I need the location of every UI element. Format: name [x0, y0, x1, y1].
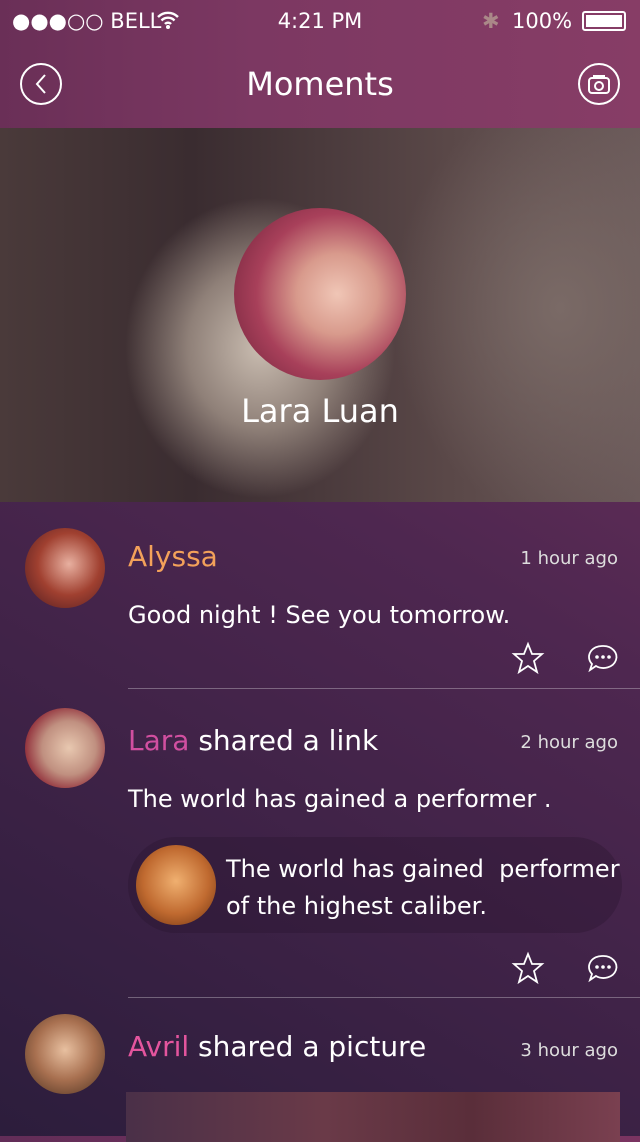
post-header: Avril shared a picture [128, 1030, 426, 1063]
comment-icon[interactable] [586, 952, 620, 986]
post-avatar[interactable] [25, 1014, 105, 1094]
post-header: Alyssa [128, 540, 218, 573]
battery-percent: 100% [512, 9, 573, 33]
page-title: Moments [246, 65, 394, 103]
profile-name: Lara Luan [241, 392, 399, 430]
post-avatar[interactable] [25, 708, 105, 788]
bluetooth-icon: ✱ [482, 9, 500, 33]
post-text: Good night ! See you tomorrow. [128, 601, 511, 629]
link-text: The world has gained performer of the hi… [226, 855, 620, 920]
author-name[interactable]: Alyssa [128, 540, 218, 573]
star-icon[interactable] [511, 951, 545, 985]
author-name[interactable]: Avril [128, 1030, 189, 1063]
divider [128, 688, 640, 689]
post-time: 3 hour ago [520, 1040, 618, 1061]
shared-picture[interactable] [126, 1092, 620, 1142]
post-avatar[interactable] [25, 528, 105, 608]
post-time: 1 hour ago [520, 548, 618, 569]
post-text: The world has gained a performer . [128, 785, 552, 813]
star-icon[interactable] [511, 641, 545, 675]
profile-avatar[interactable] [234, 208, 406, 380]
shared-link-card[interactable]: The world has gained performer of the hi… [128, 837, 622, 933]
link-thumbnail [136, 845, 216, 925]
comment-icon[interactable] [586, 642, 620, 676]
post-header: Lara shared a link [128, 724, 378, 757]
post-time: 2 hour ago [520, 732, 618, 753]
divider [128, 997, 640, 998]
author-name[interactable]: Lara [128, 724, 189, 757]
post-action: shared a link [189, 724, 379, 757]
post-action: shared a picture [189, 1030, 427, 1063]
camera-button[interactable] [578, 63, 620, 105]
battery-icon [582, 11, 626, 31]
camera-icon [588, 75, 610, 94]
